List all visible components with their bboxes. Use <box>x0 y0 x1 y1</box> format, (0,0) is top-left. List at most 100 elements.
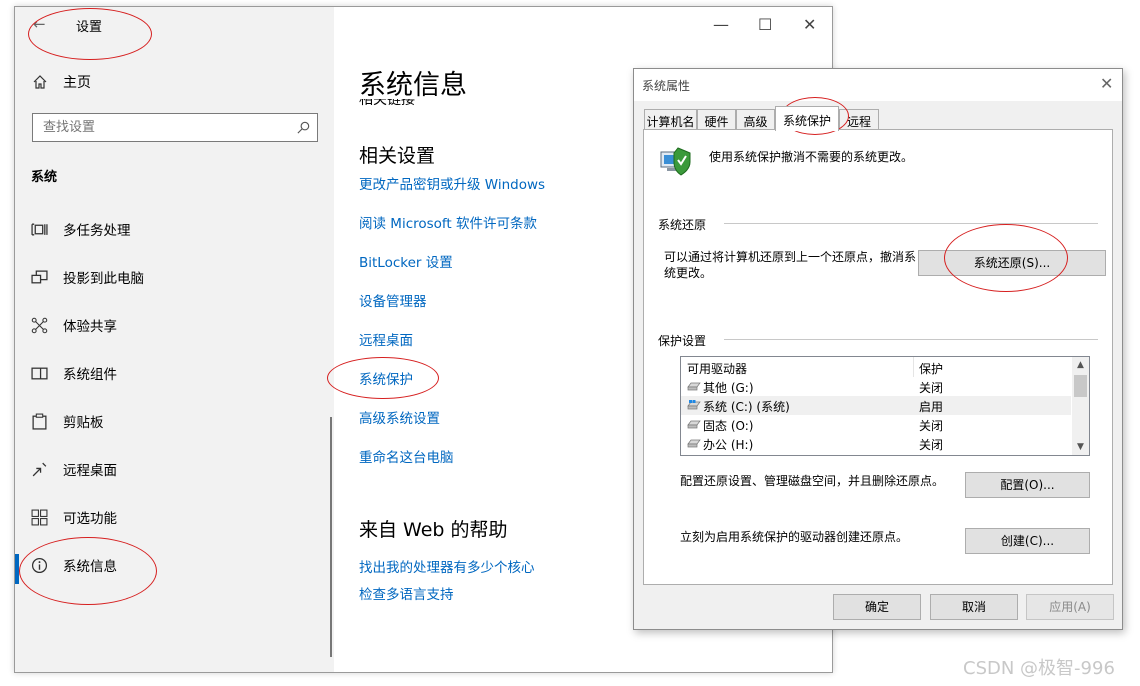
remote-desktop-icon <box>32 462 47 476</box>
create-description: 立刻为启用系统保护的驱动器创建还原点。 <box>680 530 909 544</box>
web-help-heading: 来自 Web 的帮助 <box>359 519 508 541</box>
link-system-protection[interactable]: 系统保护 <box>359 368 413 388</box>
maximize-icon[interactable]: ☐ <box>758 15 772 34</box>
drive-protection: 关闭 <box>919 419 944 433</box>
drive-row[interactable]: 系统 (C:) (系统) 启用 <box>681 396 1071 415</box>
scroll-up-icon[interactable]: ▲ <box>1072 357 1089 373</box>
clipboard-icon <box>32 413 47 430</box>
drive-name: 系统 (C:) (系统) <box>703 400 790 414</box>
sidebar-item-label: 系统组件 <box>63 367 117 383</box>
tab-system-protection[interactable]: 系统保护 <box>775 106 839 131</box>
apply-button[interactable]: 应用(A) <box>1026 594 1114 620</box>
sidebar-item-share[interactable]: 体验共享 <box>15 307 334 343</box>
link-bitlocker[interactable]: BitLocker 设置 <box>359 251 453 271</box>
related-settings-heading: 相关设置 <box>359 145 436 167</box>
link-rename-pc[interactable]: 重命名这台电脑 <box>359 446 454 466</box>
sidebar-item-label: 可选功能 <box>63 511 117 527</box>
search-input[interactable] <box>32 113 318 142</box>
dialog-title: 系统属性 <box>642 79 691 93</box>
link-device-manager[interactable]: 设备管理器 <box>359 290 427 310</box>
listbox-scrollbar[interactable]: ▲ ▼ <box>1072 357 1089 455</box>
drive-icon <box>687 439 701 448</box>
group-divider <box>724 339 1098 340</box>
drive-name: 办公 (H:) <box>703 438 754 452</box>
nav-home-label: 主页 <box>63 75 91 91</box>
dialog-close-icon[interactable]: ✕ <box>1100 74 1113 93</box>
scroll-down-icon[interactable]: ▼ <box>1072 439 1089 455</box>
settings-title: 设置 <box>76 20 103 35</box>
system-protection-panel: 使用系统保护撤消不需要的系统更改。 系统还原 可以通过将计算机还原到上一个还原点… <box>643 129 1113 585</box>
minimize-icon[interactable]: — <box>713 15 729 34</box>
drive-row[interactable]: 其他 (G:) 关闭 <box>681 377 1071 396</box>
system-restore-button[interactable]: 系统还原(S)... <box>918 250 1106 276</box>
link-advanced-system-settings[interactable]: 高级系统设置 <box>359 407 440 427</box>
share-icon <box>31 317 48 333</box>
drive-row[interactable]: 办公 (H:) 关闭 <box>681 434 1071 453</box>
clipped-heading: 相关链接 <box>359 99 415 108</box>
home-icon <box>33 75 47 89</box>
intro-text: 使用系统保护撤消不需要的系统更改。 <box>709 150 914 164</box>
drive-icon <box>687 420 701 429</box>
drive-list-header: 可用驱动器 保护 <box>681 357 1071 377</box>
sidebar-scrollbar[interactable] <box>330 417 332 657</box>
header-divider <box>913 357 914 377</box>
column-header-drives[interactable]: 可用驱动器 <box>687 360 747 377</box>
tab-hardware[interactable]: 硬件 <box>697 109 736 130</box>
drive-name: 固态 (O:) <box>703 419 754 433</box>
cancel-button[interactable]: 取消 <box>930 594 1018 620</box>
link-language-support[interactable]: 检查多语言支持 <box>359 583 454 603</box>
sidebar-item-components[interactable]: 系统组件 <box>15 355 334 391</box>
system-protection-icon <box>660 147 691 176</box>
section-label: 系统 <box>31 170 58 185</box>
drive-row[interactable]: 固态 (O:) 关闭 <box>681 415 1071 434</box>
drive-name: 其他 (G:) <box>703 381 754 395</box>
watermark: CSDN @极智-996 <box>963 658 1115 679</box>
drive-protection: 关闭 <box>919 438 944 452</box>
create-button[interactable]: 创建(C)... <box>965 528 1090 554</box>
search-icon[interactable] <box>296 120 311 135</box>
sidebar-item-label: 远程桌面 <box>63 463 117 479</box>
drive-listbox[interactable]: 可用驱动器 保护 其他 (G:) 关闭 系统 (C:) (系统) 启用 固态 (… <box>680 356 1090 456</box>
configure-description: 配置还原设置、管理磁盘空间，并且删除还原点。 <box>680 474 945 488</box>
multitask-icon <box>31 223 48 235</box>
sidebar-item-label: 投影到此电脑 <box>63 271 144 287</box>
close-icon[interactable]: ✕ <box>803 15 816 34</box>
nav-home[interactable]: 主页 <box>32 71 91 93</box>
sidebar-item-label: 多任务处理 <box>63 223 131 239</box>
sidebar-item-optional-features[interactable]: 可选功能 <box>15 499 334 535</box>
sidebar-item-label: 剪贴板 <box>63 415 104 431</box>
link-processor-cores[interactable]: 找出我的处理器有多少个核心 <box>359 556 535 576</box>
settings-sidebar: ← 设置 主页 系统 多任务处理 投影到此电脑 体验共享 系统组件 剪贴板 <box>15 7 334 672</box>
drive-icon <box>687 382 701 391</box>
optional-features-icon <box>31 509 48 525</box>
tab-advanced[interactable]: 高级 <box>736 109 775 130</box>
system-drive-icon <box>687 400 701 410</box>
selected-indicator <box>15 554 19 584</box>
page-title: 系统信息 <box>359 70 467 101</box>
info-icon <box>31 557 48 573</box>
restore-group-title: 系统还原 <box>658 218 707 232</box>
sidebar-item-clipboard[interactable]: 剪贴板 <box>15 403 334 439</box>
tab-remote[interactable]: 远程 <box>839 109 879 130</box>
link-change-product-key[interactable]: 更改产品密钥或升级 Windows <box>359 173 545 193</box>
tab-computer-name[interactable]: 计算机名 <box>644 109 697 130</box>
link-remote-desktop[interactable]: 远程桌面 <box>359 329 413 349</box>
scroll-thumb[interactable] <box>1074 375 1087 397</box>
dialog-titlebar: 系统属性 ✕ <box>634 69 1122 101</box>
sidebar-item-label: 系统信息 <box>63 559 117 575</box>
sidebar-item-about[interactable]: 系统信息 <box>15 547 334 583</box>
configure-button[interactable]: 配置(O)... <box>965 472 1090 498</box>
sidebar-item-multitask[interactable]: 多任务处理 <box>15 211 334 247</box>
sidebar-item-label: 体验共享 <box>63 319 117 335</box>
ok-button[interactable]: 确定 <box>833 594 921 620</box>
restore-description: 可以通过将计算机还原到上一个还原点，撤消系 统更改。 <box>664 250 917 280</box>
drive-protection: 关闭 <box>919 381 944 395</box>
components-icon <box>31 367 48 379</box>
column-header-protection[interactable]: 保护 <box>919 360 943 377</box>
sidebar-item-remote-desktop[interactable]: 远程桌面 <box>15 451 334 487</box>
link-license-terms[interactable]: 阅读 Microsoft 软件许可条款 <box>359 212 537 232</box>
back-arrow-icon[interactable]: ← <box>33 15 46 33</box>
sidebar-item-project[interactable]: 投影到此电脑 <box>15 259 334 295</box>
system-properties-dialog: 系统属性 ✕ 计算机名 硬件 高级 系统保护 远程 使用系统保护撤消不需要的系统… <box>633 68 1123 630</box>
protection-group-title: 保护设置 <box>658 334 707 348</box>
